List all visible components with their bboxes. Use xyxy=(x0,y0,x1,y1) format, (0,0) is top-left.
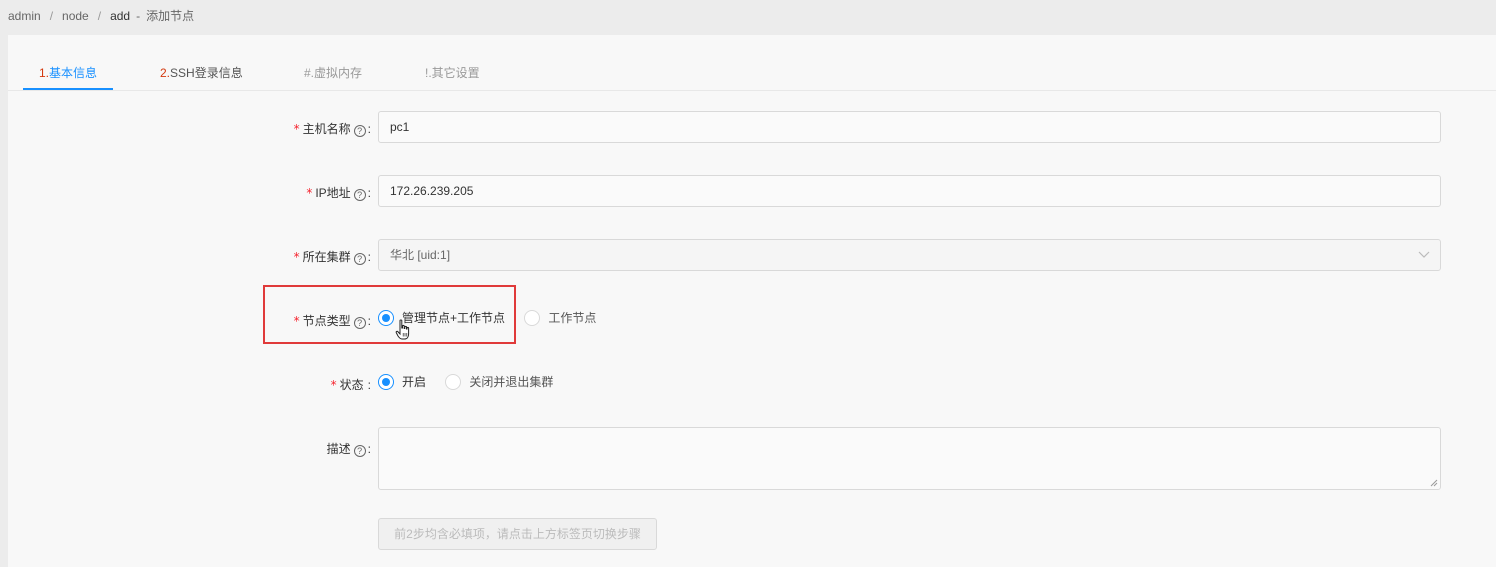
radio-label: 工作节点 xyxy=(548,311,597,325)
question-circle-icon[interactable]: ? xyxy=(353,253,366,265)
hand-pointer-icon xyxy=(395,319,410,340)
cluster-label-text: 所在集群 xyxy=(302,250,351,264)
radio-label: 关闭并退出集群 xyxy=(469,375,554,389)
hostname-label-text: 主机名称 xyxy=(302,122,351,136)
radio-label: 开启 xyxy=(402,375,427,389)
submit-button[interactable]: 前2步均含必填项，请点击上方标签页切换步骤 xyxy=(378,518,657,550)
form-card: 1.基本信息 2.SSH登录信息 #.虚拟内存 !.其它设置 *主机名称?: *… xyxy=(8,35,1496,567)
ip-input[interactable] xyxy=(378,175,1441,207)
cluster-select-value: 华北 [uid:1] xyxy=(390,248,451,262)
status-label: * 状态: xyxy=(331,376,371,392)
highlight-annotation xyxy=(263,285,516,344)
radio-circle[interactable] xyxy=(378,373,394,390)
breadcrumb-item-node[interactable]: node xyxy=(62,9,89,23)
ip-label-text: IP地址 xyxy=(315,186,351,200)
tab-number: !. xyxy=(425,66,432,80)
description-label: 描述?: xyxy=(326,440,371,457)
required-mark: * xyxy=(306,186,313,200)
question-circle-icon[interactable]: ? xyxy=(353,125,366,137)
status-radio-group: 开启 关闭并退出集群 xyxy=(378,373,569,393)
tab-other-settings[interactable]: !.其它设置 xyxy=(425,64,480,80)
required-mark: * xyxy=(293,250,300,264)
tab-number: 1. xyxy=(39,66,50,80)
label-colon: : xyxy=(367,122,371,136)
tab-label: 其它设置 xyxy=(431,66,480,80)
label-colon: : xyxy=(367,378,371,392)
node-type-option-worker[interactable]: 工作节点 xyxy=(524,309,596,326)
required-mark: * xyxy=(330,378,337,392)
question-circle-icon[interactable]: ? xyxy=(353,189,366,201)
tab-basic-info[interactable]: 1.基本信息 xyxy=(39,64,97,80)
breadcrumb-separator: / xyxy=(49,9,54,23)
cluster-select[interactable]: 华北 [uid:1] xyxy=(378,239,1441,271)
chevron-down-icon xyxy=(1418,251,1430,258)
breadcrumb-item-admin[interactable]: admin xyxy=(8,9,41,23)
label-colon: : xyxy=(367,250,371,264)
tab-label: SSH登录信息 xyxy=(170,66,243,80)
breadcrumb: admin / node / add - 添加节点 xyxy=(8,7,194,23)
tab-label: 虚拟内存 xyxy=(314,66,363,80)
tab-label: 基本信息 xyxy=(49,66,98,80)
question-circle-icon[interactable]: ? xyxy=(353,445,366,457)
page-title: 添加节点 xyxy=(146,9,195,23)
tab-ssh-login[interactable]: 2.SSH登录信息 xyxy=(160,64,243,80)
label-colon: : xyxy=(367,186,371,200)
cluster-label: * 所在集群?: xyxy=(293,248,371,265)
hostname-input[interactable] xyxy=(378,111,1441,143)
status-label-text: 状态 xyxy=(339,378,364,392)
description-textarea[interactable] xyxy=(378,427,1441,490)
breadcrumb-separator: / xyxy=(97,9,102,23)
radio-circle[interactable] xyxy=(445,373,462,390)
breadcrumb-dash: - xyxy=(136,9,141,23)
label-colon: : xyxy=(367,442,371,456)
step-tabs: 1.基本信息 2.SSH登录信息 #.虚拟内存 !.其它设置 xyxy=(8,35,1496,91)
breadcrumb-item-add: add xyxy=(110,9,131,23)
status-option-off-exit[interactable]: 关闭并退出集群 xyxy=(445,373,553,390)
description-label-text: 描述 xyxy=(326,442,351,456)
resize-grip-icon[interactable] xyxy=(1430,479,1438,487)
radio-circle[interactable] xyxy=(524,309,541,326)
required-mark: * xyxy=(293,122,300,136)
tab-virtual-memory[interactable]: #.虚拟内存 xyxy=(304,64,362,80)
tab-number: 2. xyxy=(160,66,171,80)
status-option-on[interactable]: 开启 xyxy=(378,373,426,390)
active-tab-indicator xyxy=(23,88,113,90)
ip-label: * IP地址?: xyxy=(306,184,371,201)
hostname-label: * 主机名称?: xyxy=(293,120,371,137)
tab-number: #. xyxy=(304,66,315,80)
